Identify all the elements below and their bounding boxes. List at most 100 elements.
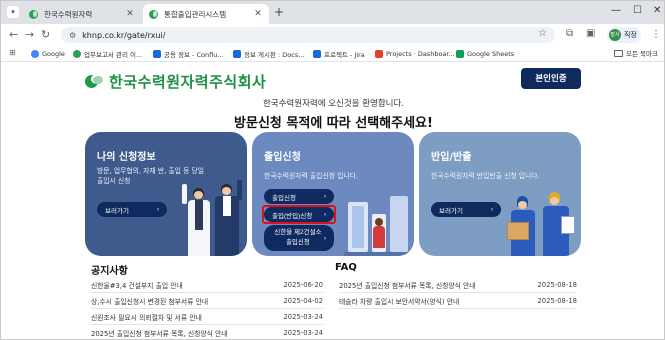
entry-request-button[interactable]: 출입신청 › [264,189,334,204]
bookmark-label: 업무보고서 관리 이... [84,51,143,59]
back-icon[interactable]: ← [9,28,18,41]
card-title: 나의 신청정보 [97,152,156,163]
notice-title: 공지사항 [91,266,128,277]
folder-icon [614,49,624,57]
profile-button[interactable]: 발사 직장 [607,27,641,43]
bookmark-jira[interactable]: 프로젝트 - Jira [313,48,365,60]
bookmark-label: Google [42,50,65,58]
my-request-card: 나의 신청정보 방문, 업무협의, 자재 반, 출입 등 당일 출입시 신청 보… [85,132,247,256]
address-bar[interactable]: ⚙ khnp.co.kr/gate/rxui/ ☆ [61,27,555,43]
notice-date: 2025-03-24 [283,328,323,337]
notice-text: 신한울#3,4 건설부지 출입 안내 [91,281,183,290]
jira-icon [313,50,321,58]
faq-date: 2025-08-18 [537,296,577,305]
faq-title: FAQ [335,262,357,273]
notice-row[interactable]: 신한울#3,4 건설부지 출입 안내 2025-06-20 [91,277,323,293]
profile-label: 직장 [624,31,637,39]
bookmark-sheets[interactable]: Google Sheets [456,48,514,60]
tab-search-icon[interactable]: ▾ [7,6,19,18]
bookmarks-bar: ⊞ Google 업무보고서 관리 이... 공용 정보 - Conflu...… [1,46,664,62]
bookmark-google[interactable]: Google [31,48,65,60]
khnp-logo-icon [85,73,105,90]
button-label: 보러가기 [105,207,129,215]
notice-date: 2025-03-24 [283,312,323,321]
confluence-icon [233,50,241,58]
highlight-annotation [262,205,336,224]
extensions-icon[interactable]: ⧉ [566,28,573,39]
my-request-view-button[interactable]: 보러가기 › [97,202,167,217]
card-title: 출입신청 [264,152,301,163]
notice-list: 신한울#3,4 건설부지 출입 안내 2025-06-20 상,수시 출입신청시… [91,277,323,339]
faq-date: 2025-08-18 [537,280,577,289]
downloads-icon[interactable]: ▣ [586,28,595,39]
notice-row[interactable]: 신원조사 필요시 의뢰절차 및 서류 안내 2025-03-24 [91,309,323,325]
faq-text: 테슬라 차량 출입시 보안서약서(양식) 안내 [339,297,460,306]
close-icon[interactable]: ✕ [125,9,135,19]
identity-verification-button[interactable]: 본인인증 [521,68,581,89]
notice-row[interactable]: 상,수시 출입신청시 변경된 첨부서류 안내 2025-04-02 [91,293,323,309]
khnp-favicon-icon [29,9,38,19]
new-tab-icon[interactable]: + [274,5,284,19]
bookmark-star-icon[interactable]: ☆ [538,28,547,39]
apps-grid-icon[interactable]: ⊞ [9,48,16,57]
delivery-illustration [507,192,579,256]
tab-label: 한국수력원자력 [44,9,93,19]
chevron-right-icon: › [323,234,326,242]
button-label: 출입신청 [272,194,296,202]
page-content: 한국수력원자력주식회사 본인인증 한국수력원자력에 오신것을 환영합니다. 방문… [1,63,664,339]
bookmark-confluence[interactable]: 공용 정보 - Conflu... [153,48,224,60]
reload-icon[interactable]: ↻ [41,28,50,41]
forward-icon[interactable]: → [25,28,34,41]
logo-text: 한국수력원자력주식회사 [109,73,267,91]
notice-row[interactable]: 2025년 출입신청 첨부서류 목록, 신청양식 안내 2025-03-24 [91,325,323,339]
profile-avatar: 발사 [609,29,621,41]
all-bookmarks[interactable]: 모든 북마크 [614,48,658,58]
faq-list: 2025년 출입신청 첨부서류 목록, 신청양식 안내 2025-08-18 테… [339,277,577,309]
tab-khnp-home[interactable]: 한국수력원자력 ✕ [23,4,141,24]
sheets-icon [456,50,464,58]
khnp-icon [73,50,81,58]
carry-in-out-view-button[interactable]: 보러가기 › [431,202,501,217]
notice-date: 2025-04-02 [283,296,323,305]
shinhanul-site-entry-button[interactable]: 신한울 제2건설소 출입신청 › [264,225,334,251]
window-close-icon[interactable]: ✕ [653,5,661,16]
confluence-icon [153,50,161,58]
all-bookmarks-label: 모든 북마크 [626,50,658,58]
bookmark-docs[interactable]: 정보 게시판 : Docs... [233,48,304,60]
minimize-icon[interactable]: — [611,5,621,16]
card-description: 한국수력원자력 반입반출 신청 입니다. [431,172,540,180]
address-bar-row: ← → ↻ ⚙ khnp.co.kr/gate/rxui/ ☆ ⧉ ▣ 발사 직… [1,24,664,46]
maximize-icon[interactable]: ☐ [633,5,642,16]
notice-text: 신원조사 필요시 의뢰절차 및 서류 안내 [91,313,202,322]
url-text: khnp.co.kr/gate/rxui/ [82,30,166,40]
khnp-logo[interactable]: 한국수력원자력주식회사 [85,71,266,92]
google-icon [31,50,39,58]
workers-illustration [182,180,245,256]
close-icon[interactable]: ✕ [253,9,263,19]
carry-in-out-card: 반입/반출 한국수력원자력 반입반출 신청 입니다. 보러가기 › [419,132,581,256]
faq-text: 2025년 출입신청 첨부서류 목록, 신청양식 안내 [339,281,476,290]
faq-row[interactable]: 2025년 출입신청 첨부서류 목록, 신청양식 안내 2025-08-18 [339,277,577,293]
site-info-icon[interactable]: ⚙ [69,31,76,40]
bookmark-label: Projects · Dashboar... [386,50,455,58]
bookmark-report[interactable]: 업무보고서 관리 이... [73,48,142,60]
tab-gate-system[interactable]: 통합출입관리시스템 ✕ [143,4,269,24]
welcome-text: 한국수력원자력에 오신것을 환영합니다. [262,99,405,109]
card-title: 반입/반출 [431,152,472,163]
bookmark-label: 정보 게시판 : Docs... [244,51,305,59]
button-label: 보러가기 [439,207,463,215]
bookmark-gitlab[interactable]: Projects · Dashboar... [375,48,455,60]
bookmark-label: 프로젝트 - Jira [324,51,365,59]
chevron-right-icon: › [490,206,493,213]
notice-text: 2025년 출입신청 첨부서류 목록, 신청양식 안내 [91,329,228,338]
card-description: 한국수력원자력 출입신청 입니다. [264,172,359,180]
chevron-right-icon: › [323,193,326,200]
tab-strip: ▾ 한국수력원자력 ✕ 통합출입관리시스템 ✕ + — ☐ ✕ [1,1,664,24]
bookmark-label: Google Sheets [467,50,515,58]
gate-illustration [344,192,412,256]
page-title: 방문신청 목적에 따라 선택해주세요! [234,116,433,131]
browser-menu-icon[interactable]: ⋮ [651,29,661,40]
gitlab-icon [375,50,383,58]
faq-row[interactable]: 테슬라 차량 출입시 보안서약서(양식) 안내 2025-08-18 [339,293,577,309]
chevron-right-icon: › [156,206,159,213]
